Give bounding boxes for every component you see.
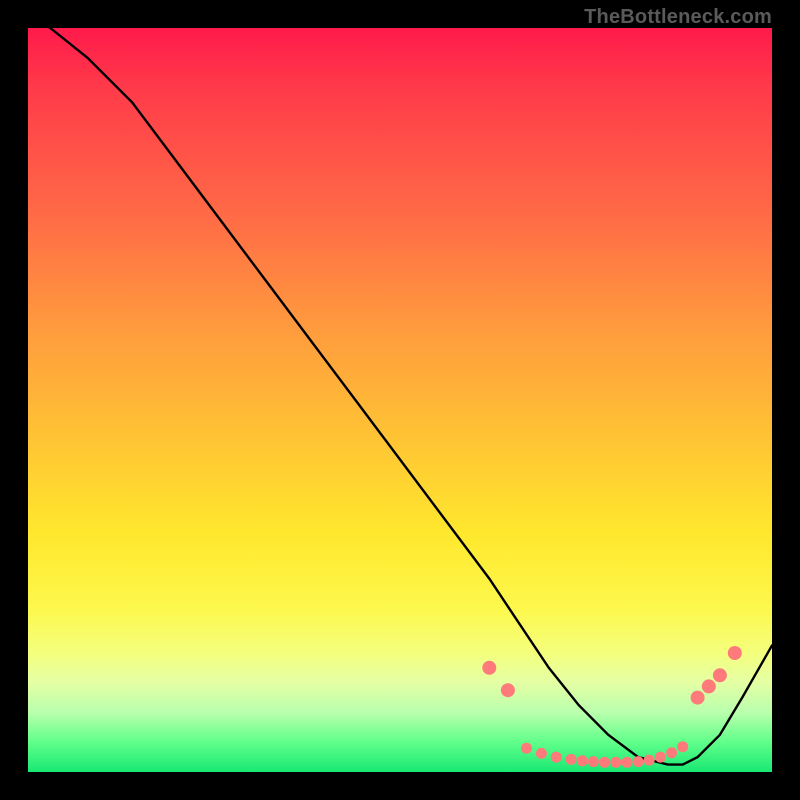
attribution-label: TheBottleneck.com	[584, 6, 772, 29]
plot-area	[28, 28, 772, 772]
chart-stage: TheBottleneck.com	[0, 0, 800, 800]
heat-gradient-background	[28, 28, 772, 772]
